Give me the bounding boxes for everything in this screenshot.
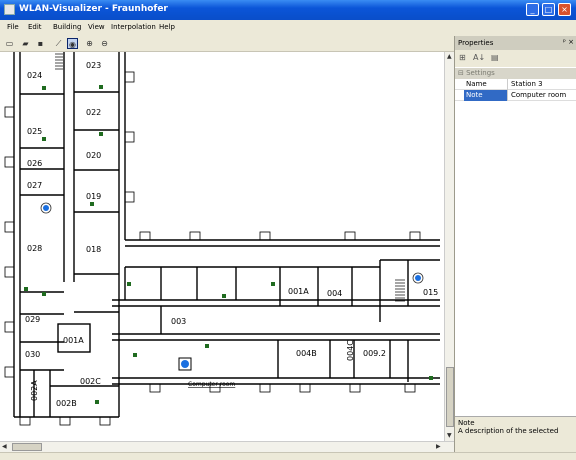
pin-close-icon[interactable]: ᵖ × [563, 38, 574, 46]
room-label: 002B [56, 399, 77, 408]
station-label: Computer room [188, 381, 235, 388]
room-label: 004C [346, 340, 355, 361]
category-settings[interactable]: ⊟ Settings [455, 68, 576, 79]
properties-toolbar: ⊞ A↓ ▤ [455, 50, 576, 67]
property-key: Name [464, 79, 508, 90]
menu-edit[interactable]: Edit [28, 23, 42, 31]
room-label: 024 [27, 71, 42, 80]
title-bar: WLAN-Visualizer - Fraunhofer _ □ × [0, 0, 576, 20]
room-label: 028 [27, 244, 42, 253]
menu-file[interactable]: File [7, 23, 19, 31]
vertical-scroll-thumb[interactable] [446, 367, 454, 427]
property-value[interactable]: Station 3 [509, 79, 576, 90]
zoom-in-icon[interactable]: ⊕ [84, 38, 95, 49]
categorized-icon[interactable]: ⊞ [459, 53, 466, 62]
property-row[interactable]: Note Computer room [455, 90, 576, 101]
open-icon[interactable]: ▰ [20, 38, 31, 49]
menu-interpolation[interactable]: Interpolation [111, 23, 156, 31]
draw-icon[interactable]: ⟋ [53, 38, 64, 49]
room-label: 019 [86, 192, 101, 201]
room-label: 023 [86, 61, 101, 70]
alphabetical-icon[interactable]: A↓ [473, 53, 485, 62]
maximize-button[interactable]: □ [542, 3, 555, 16]
property-row[interactable]: Name Station 3 [455, 79, 576, 90]
room-label: 027 [27, 181, 42, 190]
save-icon[interactable]: ▪ [35, 38, 46, 49]
room-label: 029 [25, 315, 40, 324]
description-text: A description of the selected [458, 427, 559, 435]
window-title: WLAN-Visualizer - Fraunhofer [19, 4, 168, 14]
room-label: 003 [171, 317, 186, 326]
scroll-right-icon[interactable]: ▶ [436, 443, 441, 450]
close-button[interactable]: × [558, 3, 571, 16]
room-label: 001A [288, 287, 309, 296]
menu-help[interactable]: Help [159, 23, 175, 31]
scroll-down-icon[interactable]: ▼ [447, 432, 452, 439]
category-label: Settings [466, 69, 495, 77]
property-key-selected: Note [464, 90, 508, 101]
room-label: 015 [423, 288, 438, 297]
properties-title: Properties [458, 39, 494, 47]
room-label: 025 [27, 127, 42, 136]
property-grid: ⊟ Settings Name Station 3 Note Computer … [455, 68, 576, 101]
new-icon[interactable]: ▭ [4, 38, 15, 49]
horizontal-scrollbar[interactable]: ◀ ▶ [0, 441, 454, 452]
properties-header: Properties ᵖ × [455, 36, 576, 50]
minimize-button[interactable]: _ [526, 3, 539, 16]
vertical-scrollbar[interactable]: ▲ ▼ [444, 52, 454, 441]
property-value[interactable]: Computer room [509, 90, 576, 101]
room-label: 030 [25, 350, 40, 359]
floorplan-drawing: 024 023 025 022 026 020 027 019 028 018 … [4, 52, 440, 426]
menu-view[interactable]: View [88, 23, 105, 31]
room-label: 026 [27, 159, 42, 168]
property-pages-icon[interactable]: ▤ [491, 53, 499, 62]
room-label: 002C [80, 377, 101, 386]
room-label: 002A [30, 380, 39, 401]
room-label: 022 [86, 108, 101, 117]
zoom-out-icon[interactable]: ⊖ [99, 38, 110, 49]
description-title: Note [458, 419, 475, 427]
floorplan-canvas[interactable]: 024 023 025 022 026 020 027 019 028 018 … [0, 52, 444, 441]
property-description: Note A description of the selected [455, 416, 576, 452]
room-label: 018 [86, 245, 101, 254]
status-bar [0, 452, 576, 460]
menu-building[interactable]: Building [53, 23, 81, 31]
app-icon [4, 4, 15, 15]
room-label: 001A [63, 336, 84, 345]
station-tool-icon[interactable]: ◉ [67, 38, 78, 49]
access-point-stations[interactable] [40, 202, 424, 371]
properties-panel: Properties ᵖ × ⊞ A↓ ▤ ⊟ Settings Name St… [454, 36, 576, 452]
room-label: 020 [86, 151, 101, 160]
room-label: 004 [327, 289, 342, 298]
scroll-up-icon[interactable]: ▲ [447, 53, 452, 60]
scroll-left-icon[interactable]: ◀ [2, 443, 7, 450]
menu-bar: File Edit Building View Interpolation He… [0, 20, 576, 36]
horizontal-scroll-thumb[interactable] [12, 443, 42, 451]
room-label: 009.2 [363, 349, 386, 358]
room-label: 004B [296, 349, 317, 358]
